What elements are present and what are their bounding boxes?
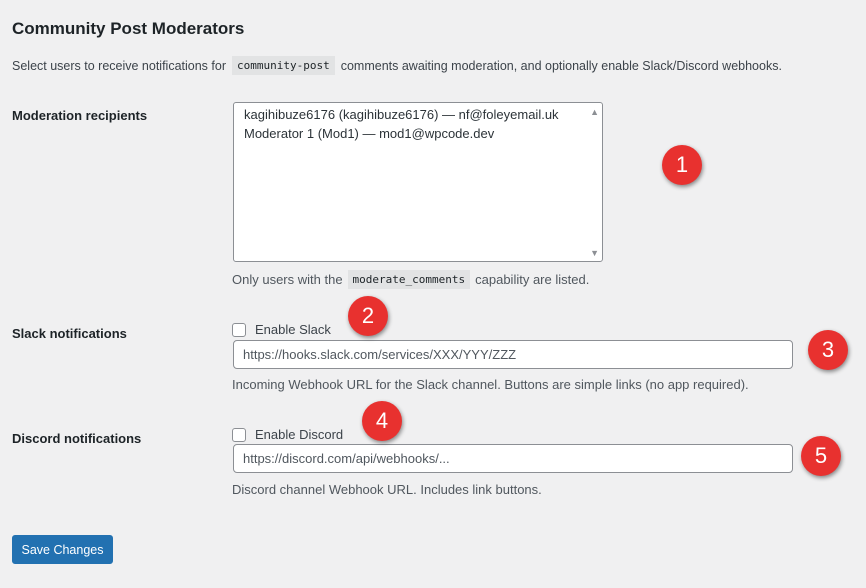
enable-discord-checkbox[interactable]	[232, 427, 246, 442]
scroll-up-arrow-icon[interactable]: ▲	[590, 107, 599, 117]
moderation-help-after: capability are listed.	[475, 272, 590, 287]
annotation-badge-2: 2	[348, 296, 388, 336]
intro-text: Select users to receive notifications fo…	[12, 56, 782, 75]
slack-help: Incoming Webhook URL for the Slack chann…	[232, 377, 749, 392]
moderation-help-code: moderate_comments	[347, 270, 471, 289]
discord-help: Discord channel Webhook URL. Includes li…	[232, 482, 542, 497]
enable-slack-checkbox[interactable]	[232, 322, 246, 337]
intro-code: community-post	[232, 56, 335, 75]
annotation-badge-4: 4	[362, 401, 402, 441]
annotation-badge-3: 3	[808, 330, 848, 370]
moderation-recipients-listbox[interactable]: kagihibuze6176 (kagihibuze6176) — nf@fol…	[233, 102, 603, 262]
slack-webhook-input[interactable]: https://hooks.slack.com/services/XXX/YYY…	[233, 340, 793, 369]
scroll-down-arrow-icon[interactable]: ▼	[590, 248, 599, 258]
recipient-option[interactable]: kagihibuze6176 (kagihibuze6176) — nf@fol…	[244, 107, 559, 122]
discord-webhook-input[interactable]: https://discord.com/api/webhooks/...	[233, 444, 793, 473]
annotation-badge-5: 5	[801, 436, 841, 476]
intro-before: Select users to receive notifications fo…	[12, 58, 226, 73]
enable-slack-label[interactable]: Enable Slack	[255, 322, 331, 337]
recipient-option[interactable]: Moderator 1 (Mod1) — mod1@wpcode.dev	[244, 126, 494, 141]
discord-label: Discord notifications	[12, 431, 142, 446]
enable-discord-row[interactable]: Enable Discord	[232, 427, 343, 442]
enable-discord-label[interactable]: Enable Discord	[255, 427, 343, 442]
moderation-help-before: Only users with the	[232, 272, 343, 287]
page-title: Community Post Moderators	[12, 19, 245, 38]
moderation-help: Only users with the moderate_comments ca…	[232, 270, 589, 289]
save-changes-button[interactable]: Save Changes	[12, 535, 113, 564]
slack-label: Slack notifications	[12, 326, 127, 341]
annotation-badge-1: 1	[662, 145, 702, 185]
enable-slack-row[interactable]: Enable Slack	[232, 322, 331, 337]
moderation-label: Moderation recipients	[12, 108, 148, 123]
intro-after: comments awaiting moderation, and option…	[340, 58, 782, 73]
